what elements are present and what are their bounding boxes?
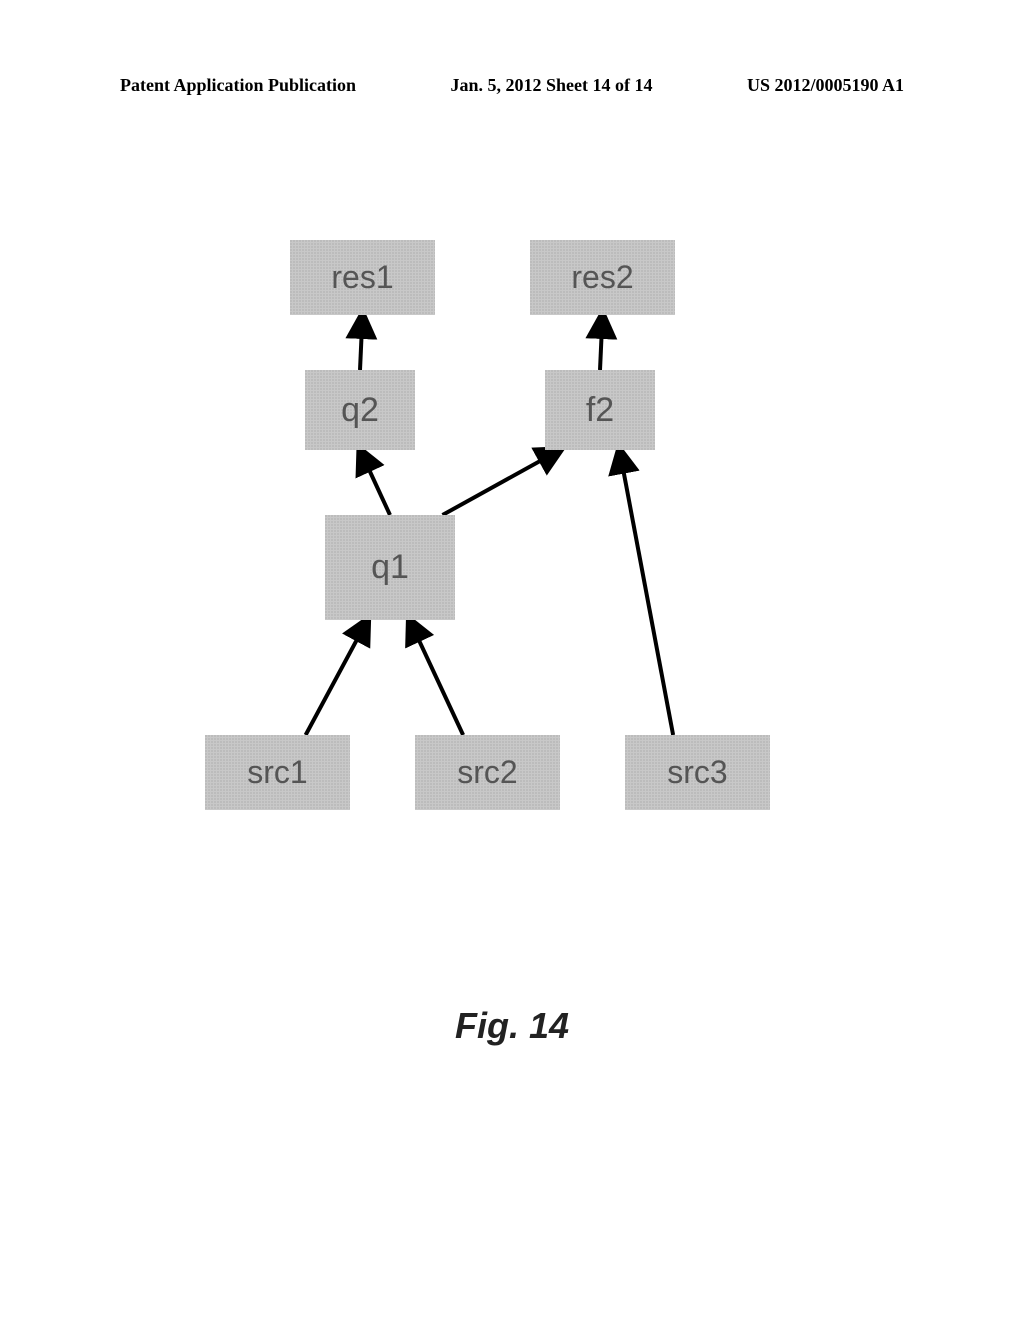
- node-src1: src1: [205, 735, 350, 810]
- node-label: res1: [331, 259, 393, 296]
- figure-label: Fig. 14: [0, 1005, 1024, 1047]
- header-center: Jan. 5, 2012 Sheet 14 of 14: [451, 75, 653, 96]
- node-label: res2: [571, 259, 633, 296]
- node-res1: res1: [290, 240, 435, 315]
- node-src2: src2: [415, 735, 560, 810]
- diagram-container: res1 res2 q2 f2 q1 src1 src2 src3: [0, 200, 1024, 1000]
- header-left: Patent Application Publication: [120, 75, 356, 96]
- node-label: q1: [371, 548, 409, 587]
- node-label: src3: [667, 754, 727, 791]
- node-f2: f2: [545, 370, 655, 450]
- node-label: src2: [457, 754, 517, 791]
- node-src3: src3: [625, 735, 770, 810]
- page-header: Patent Application Publication Jan. 5, 2…: [0, 75, 1024, 96]
- node-res2: res2: [530, 240, 675, 315]
- node-q1: q1: [325, 515, 455, 620]
- node-label: src1: [247, 754, 307, 791]
- header-right: US 2012/0005190 A1: [747, 75, 904, 96]
- node-label: f2: [586, 391, 614, 430]
- arrows-layer: [0, 200, 1024, 1000]
- node-label: q2: [341, 391, 379, 430]
- node-q2: q2: [305, 370, 415, 450]
